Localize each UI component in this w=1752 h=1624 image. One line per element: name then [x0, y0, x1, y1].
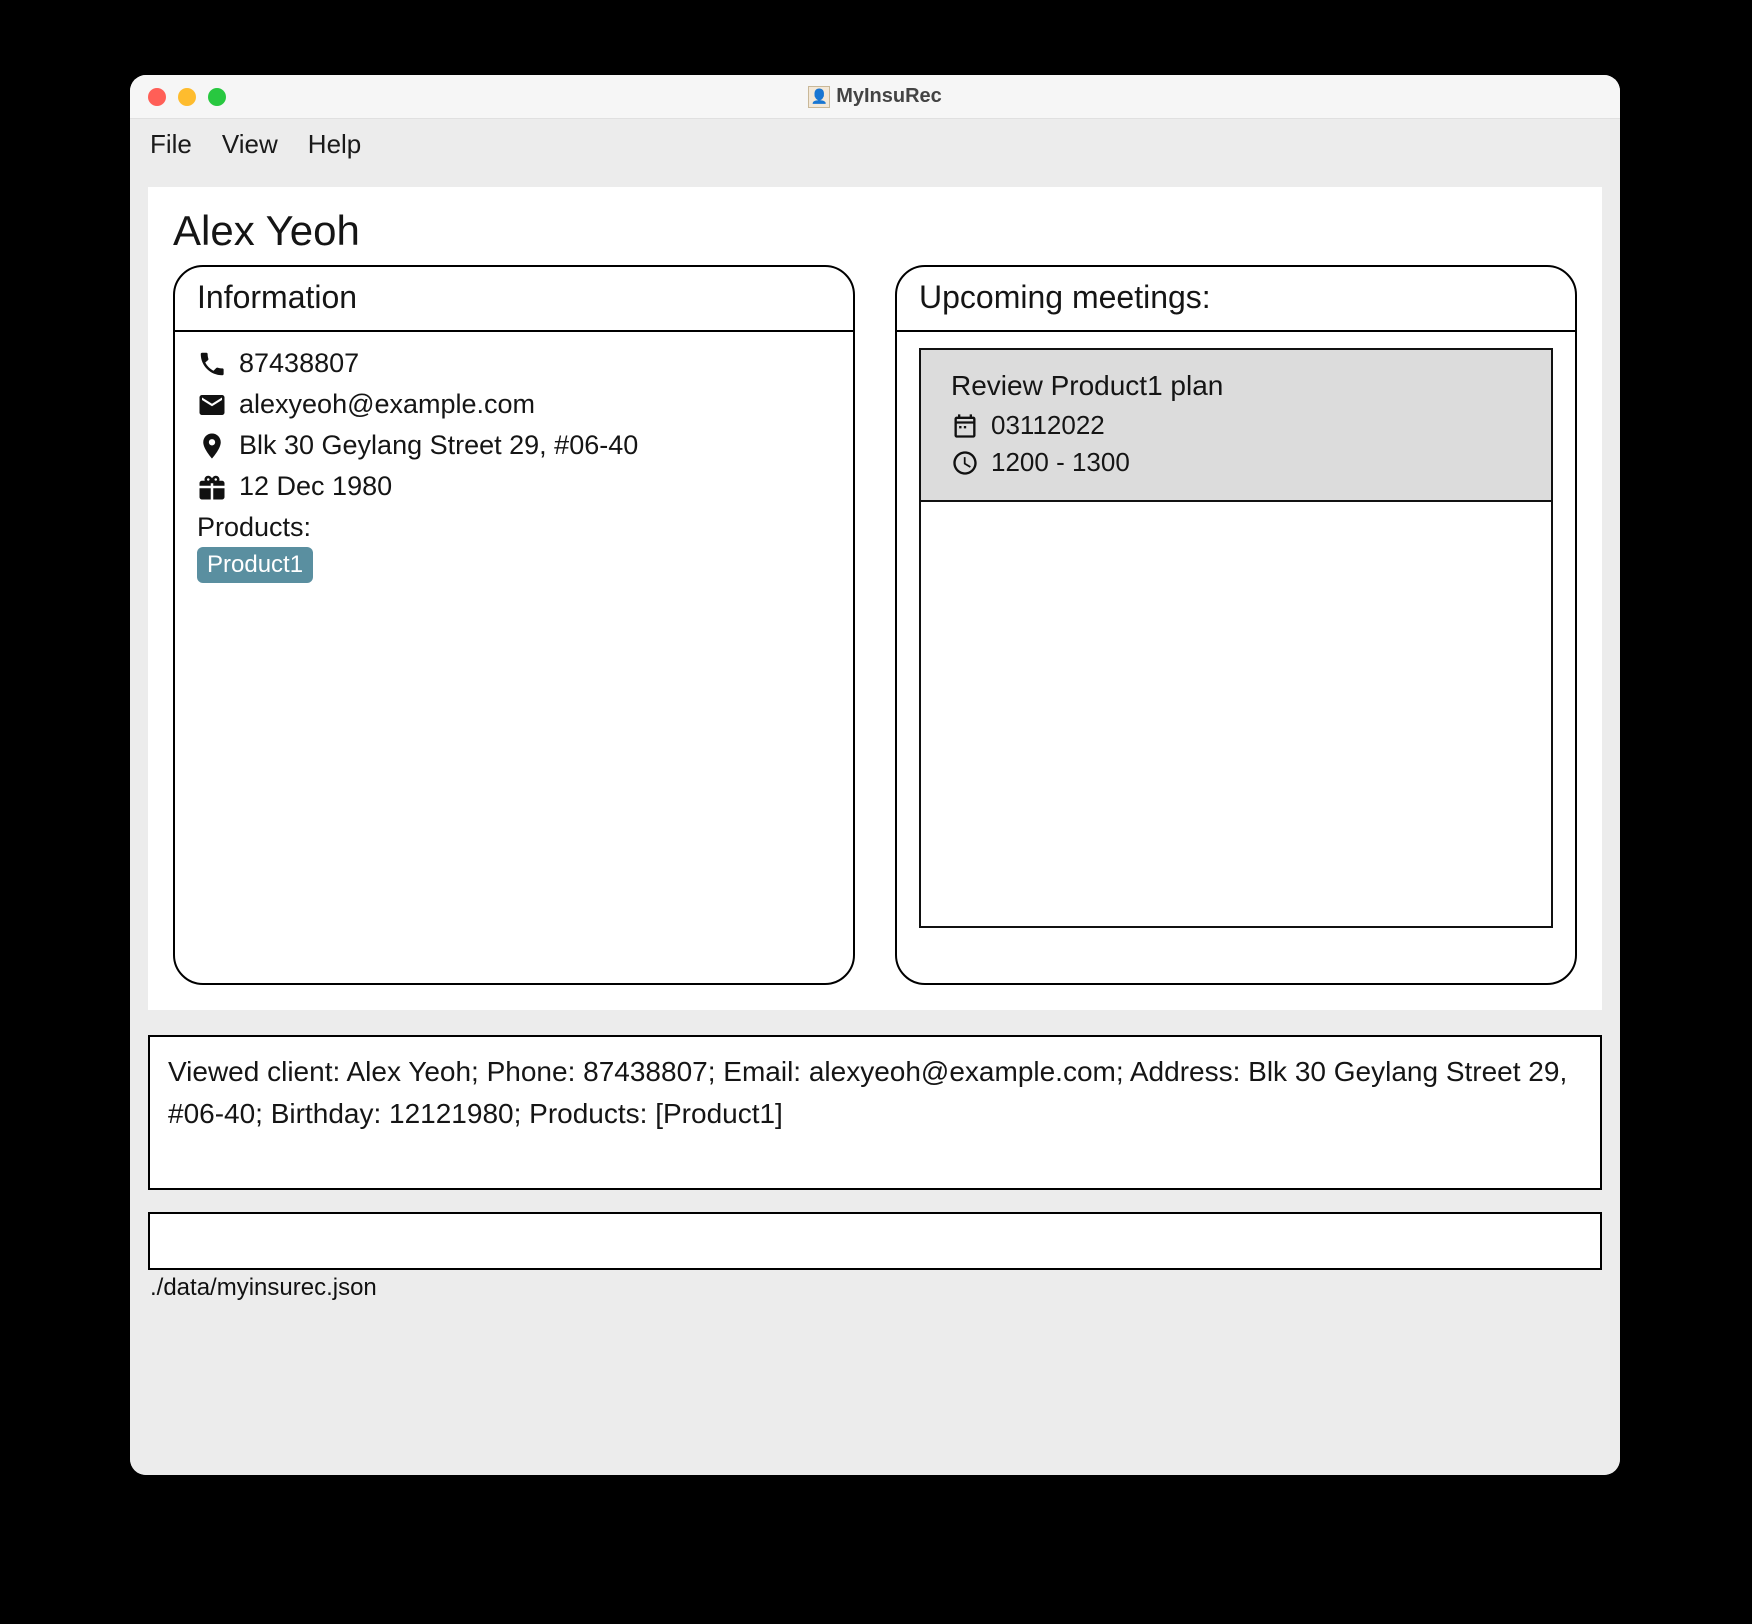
birthday-row: 12 Dec 1980: [197, 471, 831, 502]
command-input[interactable]: [148, 1212, 1602, 1270]
client-name: Alex Yeoh: [173, 207, 1577, 255]
app-icon: 👤: [808, 86, 830, 108]
phone-icon: [197, 349, 227, 379]
status-bar: ./data/myinsurec.json: [148, 1270, 1602, 1308]
email-value: alexyeoh@example.com: [239, 389, 535, 420]
menu-file[interactable]: File: [150, 129, 192, 160]
calendar-icon: [951, 412, 979, 440]
window-title: 👤 MyInsuRec: [130, 85, 1620, 108]
meeting-time: 1200 - 1300: [991, 447, 1130, 478]
phone-value: 87438807: [239, 348, 359, 379]
meeting-title: Review Product1 plan: [951, 370, 1521, 402]
meeting-item[interactable]: Review Product1 plan 03112022 1200 - 130…: [921, 350, 1551, 502]
gift-icon: [197, 472, 227, 502]
maximize-window-button[interactable]: [208, 88, 226, 106]
meeting-time-row: 1200 - 1300: [951, 447, 1521, 478]
meeting-date-row: 03112022: [951, 410, 1521, 441]
email-row: alexyeoh@example.com: [197, 389, 831, 420]
meetings-card: Upcoming meetings: Review Product1 plan …: [895, 265, 1577, 985]
clock-icon: [951, 449, 979, 477]
location-icon: [197, 431, 227, 461]
menu-help[interactable]: Help: [308, 129, 361, 160]
window-controls: [148, 88, 226, 106]
app-window: 👤 MyInsuRec File View Help Alex Yeoh Inf…: [130, 75, 1620, 1475]
window-title-text: MyInsuRec: [836, 85, 942, 108]
information-header: Information: [175, 267, 853, 332]
result-display: Viewed client: Alex Yeoh; Phone: 8743880…: [148, 1035, 1602, 1190]
minimize-window-button[interactable]: [178, 88, 196, 106]
meetings-body: Review Product1 plan 03112022 1200 - 130…: [897, 332, 1575, 983]
product-chip: Product1: [197, 547, 313, 583]
titlebar: 👤 MyInsuRec: [130, 75, 1620, 119]
meetings-header: Upcoming meetings:: [897, 267, 1575, 332]
close-window-button[interactable]: [148, 88, 166, 106]
products-label: Products:: [197, 512, 831, 543]
birthday-value: 12 Dec 1980: [239, 471, 392, 502]
menubar: File View Help: [130, 119, 1620, 169]
menu-view[interactable]: View: [222, 129, 278, 160]
detail-columns: Information 87438807 alexyeoh@example.co…: [173, 265, 1577, 985]
phone-row: 87438807: [197, 348, 831, 379]
content-area: Alex Yeoh Information 87438807 alexyeoh@…: [130, 169, 1620, 1475]
address-value: Blk 30 Geylang Street 29, #06-40: [239, 430, 638, 461]
email-icon: [197, 390, 227, 420]
meeting-date: 03112022: [991, 410, 1105, 441]
information-body: 87438807 alexyeoh@example.com Blk 30 Gey…: [175, 332, 853, 983]
client-detail-pane: Alex Yeoh Information 87438807 alexyeoh@…: [148, 187, 1602, 1010]
information-card: Information 87438807 alexyeoh@example.co…: [173, 265, 855, 985]
meeting-list: Review Product1 plan 03112022 1200 - 130…: [919, 348, 1553, 928]
address-row: Blk 30 Geylang Street 29, #06-40: [197, 430, 831, 461]
